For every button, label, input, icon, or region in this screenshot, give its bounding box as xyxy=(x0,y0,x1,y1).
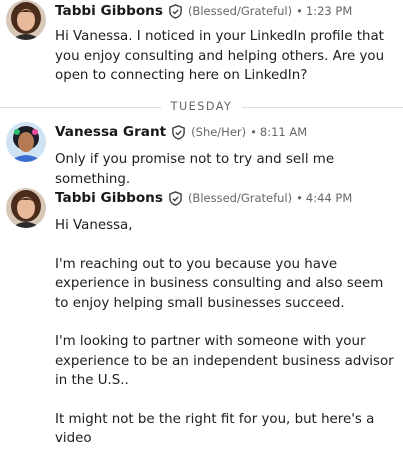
message-paragraph: Hi Vanessa. I noticed in your LinkedIn p… xyxy=(55,29,385,83)
sender-pronouns: (Blessed/Grateful) xyxy=(187,191,293,205)
message-timestamp: 1:23 PM xyxy=(305,4,353,18)
message-paragraph: Hi Vanessa, xyxy=(55,218,133,233)
sender-avatar[interactable] xyxy=(6,122,46,162)
sender-pronouns: (Blessed/Grateful) xyxy=(187,4,293,18)
sender-avatar[interactable] xyxy=(6,0,46,40)
message-item: Tabbi Gibbons (Blessed/Grateful) • 4:44 … xyxy=(0,188,403,446)
message-header: Vanessa Grant (She/Her) • 8:11 AM xyxy=(55,123,307,141)
verified-shield-icon xyxy=(171,124,186,140)
message-timestamp: 8:11 AM xyxy=(259,125,308,139)
message-item: Tabbi Gibbons (Blessed/Grateful) • 1:23 … xyxy=(0,0,403,98)
verified-shield-icon xyxy=(168,190,183,206)
message-body: Only if you promise not to try and sell … xyxy=(55,150,400,189)
day-divider-label: TUESDAY xyxy=(160,98,243,116)
sender-avatar[interactable] xyxy=(6,188,46,228)
message-body: Hi Vanessa. I noticed in your LinkedIn p… xyxy=(55,27,400,86)
header-separator: • xyxy=(296,4,303,18)
header-separator: • xyxy=(250,125,257,139)
sender-name[interactable]: Vanessa Grant xyxy=(55,124,166,140)
sender-pronouns: (She/Her) xyxy=(191,125,247,139)
verified-shield-icon xyxy=(168,3,183,19)
message-body: Hi Vanessa, I'm reaching out to you beca… xyxy=(55,216,400,449)
message-item: Vanessa Grant (She/Her) • 8:11 AM Only i… xyxy=(0,122,403,187)
message-paragraph: I'm reaching out to you because you have… xyxy=(55,256,384,311)
message-paragraph: It might not be the right fit for you, b… xyxy=(55,411,375,447)
message-header: Tabbi Gibbons (Blessed/Grateful) • 1:23 … xyxy=(55,2,352,20)
sender-name[interactable]: Tabbi Gibbons xyxy=(55,190,163,206)
message-timestamp: 4:44 PM xyxy=(305,191,353,205)
header-separator: • xyxy=(296,191,303,205)
day-divider: TUESDAY xyxy=(0,98,403,116)
sender-name[interactable]: Tabbi Gibbons xyxy=(55,3,163,19)
message-header: Tabbi Gibbons (Blessed/Grateful) • 4:44 … xyxy=(55,189,352,207)
message-paragraph: Only if you promise not to try and sell … xyxy=(55,152,335,187)
message-paragraph: I'm looking to partner with someone with… xyxy=(55,334,394,388)
